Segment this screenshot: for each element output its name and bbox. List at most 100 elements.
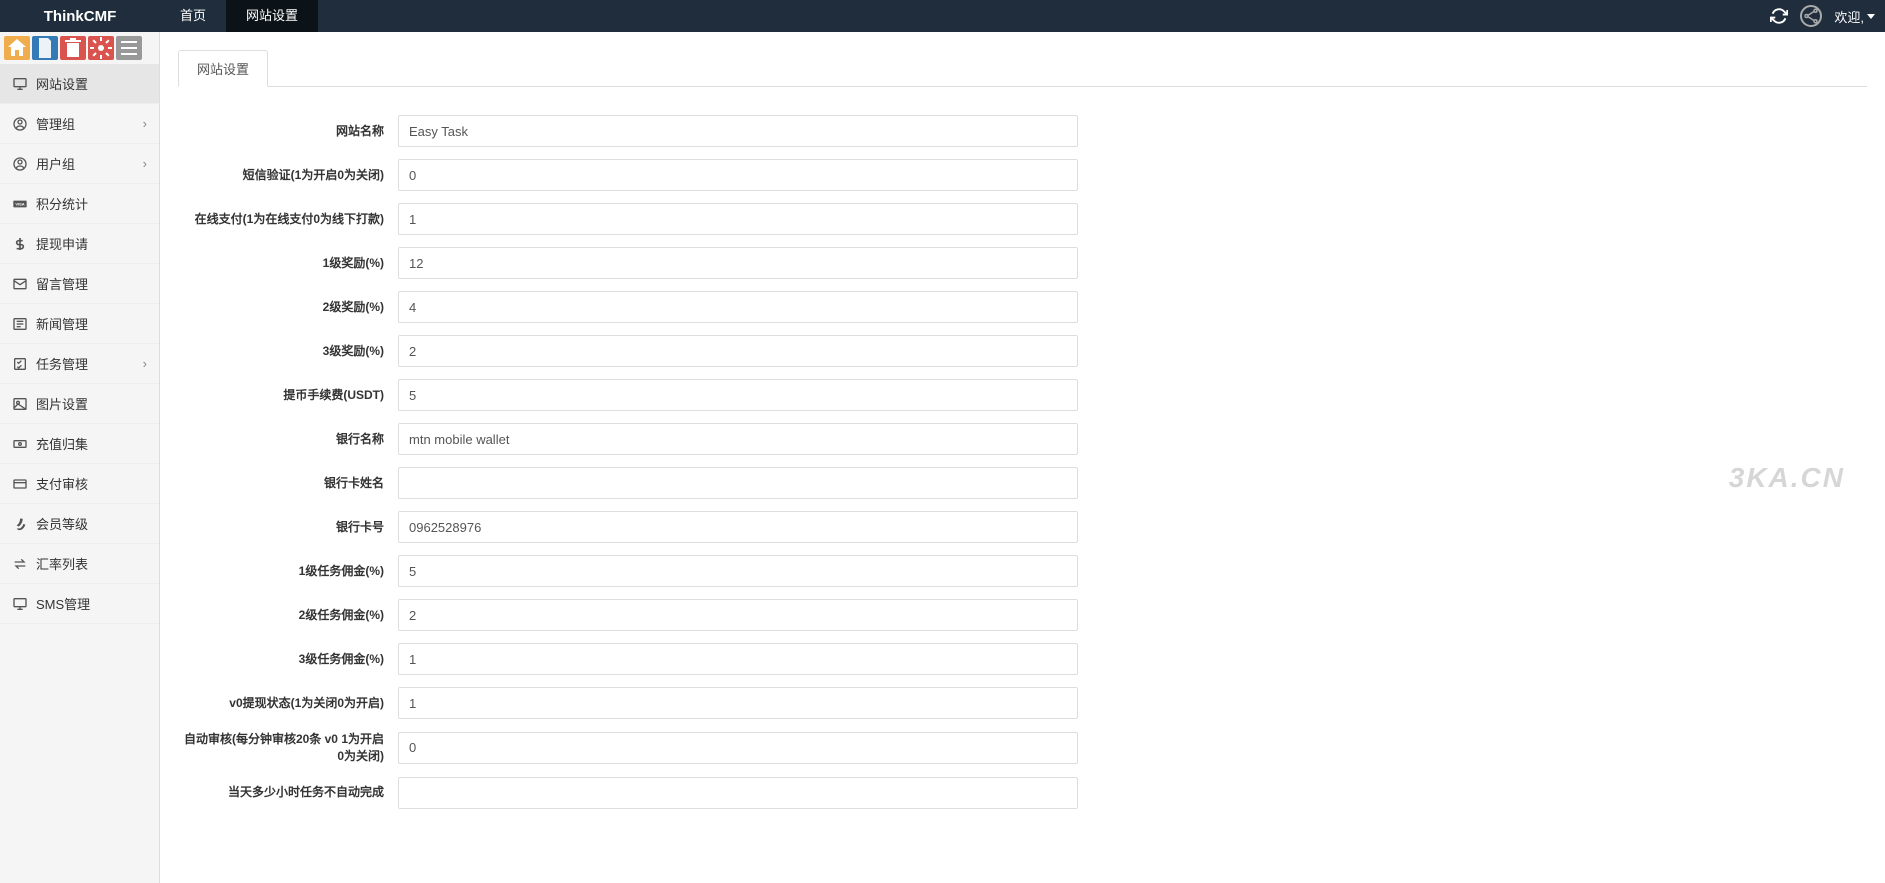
form-label: 3级任务佣金(%): [178, 651, 398, 668]
form-label: 2级任务佣金(%): [178, 607, 398, 624]
form-row-10: 1级任务佣金(%): [178, 555, 1867, 587]
nav-site-settings[interactable]: 网站设置: [226, 0, 318, 32]
form-label: 3级奖励(%): [178, 343, 398, 360]
form-row-9: 银行卡号: [178, 511, 1867, 543]
sidebar-item-label: 用户组: [36, 154, 135, 173]
sidebar-item-4[interactable]: 提现申请: [0, 224, 159, 264]
form-row-13: v0提现状态(1为关闭0为开启): [178, 687, 1867, 719]
vine-icon: [12, 516, 28, 532]
form-row-12: 3级任务佣金(%): [178, 643, 1867, 675]
sidebar-item-6[interactable]: 新闻管理: [0, 304, 159, 344]
form-input-10[interactable]: [398, 555, 1078, 587]
brand-logo: ThinkCMF: [0, 8, 160, 25]
dollar-icon: [12, 236, 28, 252]
form-input-8[interactable]: [398, 467, 1078, 499]
form-label: v0提现状态(1为关闭0为开启): [178, 695, 398, 712]
form-label: 网站名称: [178, 123, 398, 140]
refresh-icon[interactable]: [1770, 7, 1788, 25]
sidebar-item-2[interactable]: 用户组 ›: [0, 144, 159, 184]
form-input-13[interactable]: [398, 687, 1078, 719]
nav-home[interactable]: 首页: [160, 0, 226, 32]
toolbar-delete-button[interactable]: [60, 36, 86, 60]
form-input-14[interactable]: [398, 732, 1078, 764]
sidebar-item-label: 提现申请: [36, 234, 147, 253]
form-label: 自动审核(每分钟审核20条 v0 1为开启 0为关闭): [178, 731, 398, 765]
sidebar-item-5[interactable]: 留言管理: [0, 264, 159, 304]
tab-site-settings[interactable]: 网站设置: [178, 50, 268, 87]
sidebar-item-3[interactable]: VISA积分统计: [0, 184, 159, 224]
exchange-icon: [12, 556, 28, 572]
form-label: 银行卡姓名: [178, 475, 398, 492]
sidebar-item-0[interactable]: 网站设置: [0, 64, 159, 104]
form-input-3[interactable]: [398, 247, 1078, 279]
form-row-14: 自动审核(每分钟审核20条 v0 1为开启 0为关闭): [178, 731, 1867, 765]
visa-icon: VISA: [12, 196, 28, 212]
form-input-9[interactable]: [398, 511, 1078, 543]
sidebar: 网站设置管理组 › 用户组 › VISA积分统计提现申请留言管理新闻管理任务管理› 图片设…: [0, 32, 160, 883]
form-input-0[interactable]: [398, 115, 1078, 147]
news-icon: [12, 316, 28, 332]
form-row-5: 3级奖励(%): [178, 335, 1867, 367]
form-input-12[interactable]: [398, 643, 1078, 675]
form-input-6[interactable]: [398, 379, 1078, 411]
sidebar-item-1[interactable]: 管理组 ›: [0, 104, 159, 144]
toolbar-home-button[interactable]: [4, 36, 30, 60]
form-input-2[interactable]: [398, 203, 1078, 235]
form-row-3: 1级奖励(%): [178, 247, 1867, 279]
form-label: 短信验证(1为开启0为关闭): [178, 167, 398, 184]
sidebar-item-label: 管理组: [36, 114, 135, 133]
welcome-dropdown[interactable]: 欢迎,: [1834, 7, 1875, 26]
monitor-icon: [12, 76, 28, 92]
share-icon[interactable]: [1800, 5, 1822, 27]
topbar-right: 欢迎,: [1770, 5, 1885, 27]
form-label: 1级奖励(%): [178, 255, 398, 272]
sidebar-item-label: 充值归集: [36, 434, 147, 453]
topbar: ThinkCMF 首页 网站设置 欢迎,: [0, 0, 1885, 32]
sidebar-item-label: 图片设置: [36, 394, 147, 413]
sidebar-item-10[interactable]: 支付审核: [0, 464, 159, 504]
toolbar-settings-button[interactable]: [88, 36, 114, 60]
monitor-icon: [12, 596, 28, 612]
sidebar-item-11[interactable]: 会员等级: [0, 504, 159, 544]
form-label: 2级奖励(%): [178, 299, 398, 316]
toolbar-file-button[interactable]: [32, 36, 58, 60]
toolbar-list-button[interactable]: [116, 36, 142, 60]
form-row-0: 网站名称: [178, 115, 1867, 147]
form-input-1[interactable]: [398, 159, 1078, 191]
form-label: 提币手续费(USDT): [178, 387, 398, 404]
sidebar-item-9[interactable]: 充值归集: [0, 424, 159, 464]
image-icon: [12, 396, 28, 412]
form-input-15[interactable]: [398, 777, 1078, 809]
sidebar-item-7[interactable]: 任务管理›: [0, 344, 159, 384]
form-row-11: 2级任务佣金(%): [178, 599, 1867, 631]
sidebar-item-13[interactable]: SMS管理: [0, 584, 159, 624]
sidebar-item-12[interactable]: 汇率列表: [0, 544, 159, 584]
form-row-1: 短信验证(1为开启0为关闭): [178, 159, 1867, 191]
form-row-6: 提币手续费(USDT): [178, 379, 1867, 411]
form-input-11[interactable]: [398, 599, 1078, 631]
caret-down-icon: [1867, 14, 1875, 19]
tasks-icon: [12, 356, 28, 372]
topbar-nav: 首页 网站设置: [160, 0, 318, 32]
content-area: 网站设置 网站名称短信验证(1为开启0为关闭)在线支付(1为在线支付0为线下打款…: [160, 32, 1885, 883]
chevron-right-icon: ›: [143, 356, 147, 371]
form-label: 1级任务佣金(%): [178, 563, 398, 580]
form-row-8: 银行卡姓名: [178, 467, 1867, 499]
form-input-4[interactable]: [398, 291, 1078, 323]
chevron-right-icon: ›: [143, 116, 147, 131]
sidebar-item-label: 支付审核: [36, 474, 147, 493]
sidebar-item-8[interactable]: 图片设置: [0, 384, 159, 424]
form-input-7[interactable]: [398, 423, 1078, 455]
card-icon: [12, 476, 28, 492]
sidebar-item-label: 留言管理: [36, 274, 147, 293]
form-label: 银行卡号: [178, 519, 398, 536]
form-row-7: 银行名称: [178, 423, 1867, 455]
sidebar-item-label: 网站设置: [36, 74, 147, 93]
form-input-5[interactable]: [398, 335, 1078, 367]
welcome-label: 欢迎,: [1834, 7, 1864, 26]
sidebar-menu: 网站设置管理组 › 用户组 › VISA积分统计提现申请留言管理新闻管理任务管理› 图片设…: [0, 64, 159, 624]
money-icon: [12, 436, 28, 452]
chevron-right-icon: ›: [143, 156, 147, 171]
sidebar-item-label: SMS管理: [36, 594, 147, 613]
user-circle-icon: [12, 116, 28, 132]
